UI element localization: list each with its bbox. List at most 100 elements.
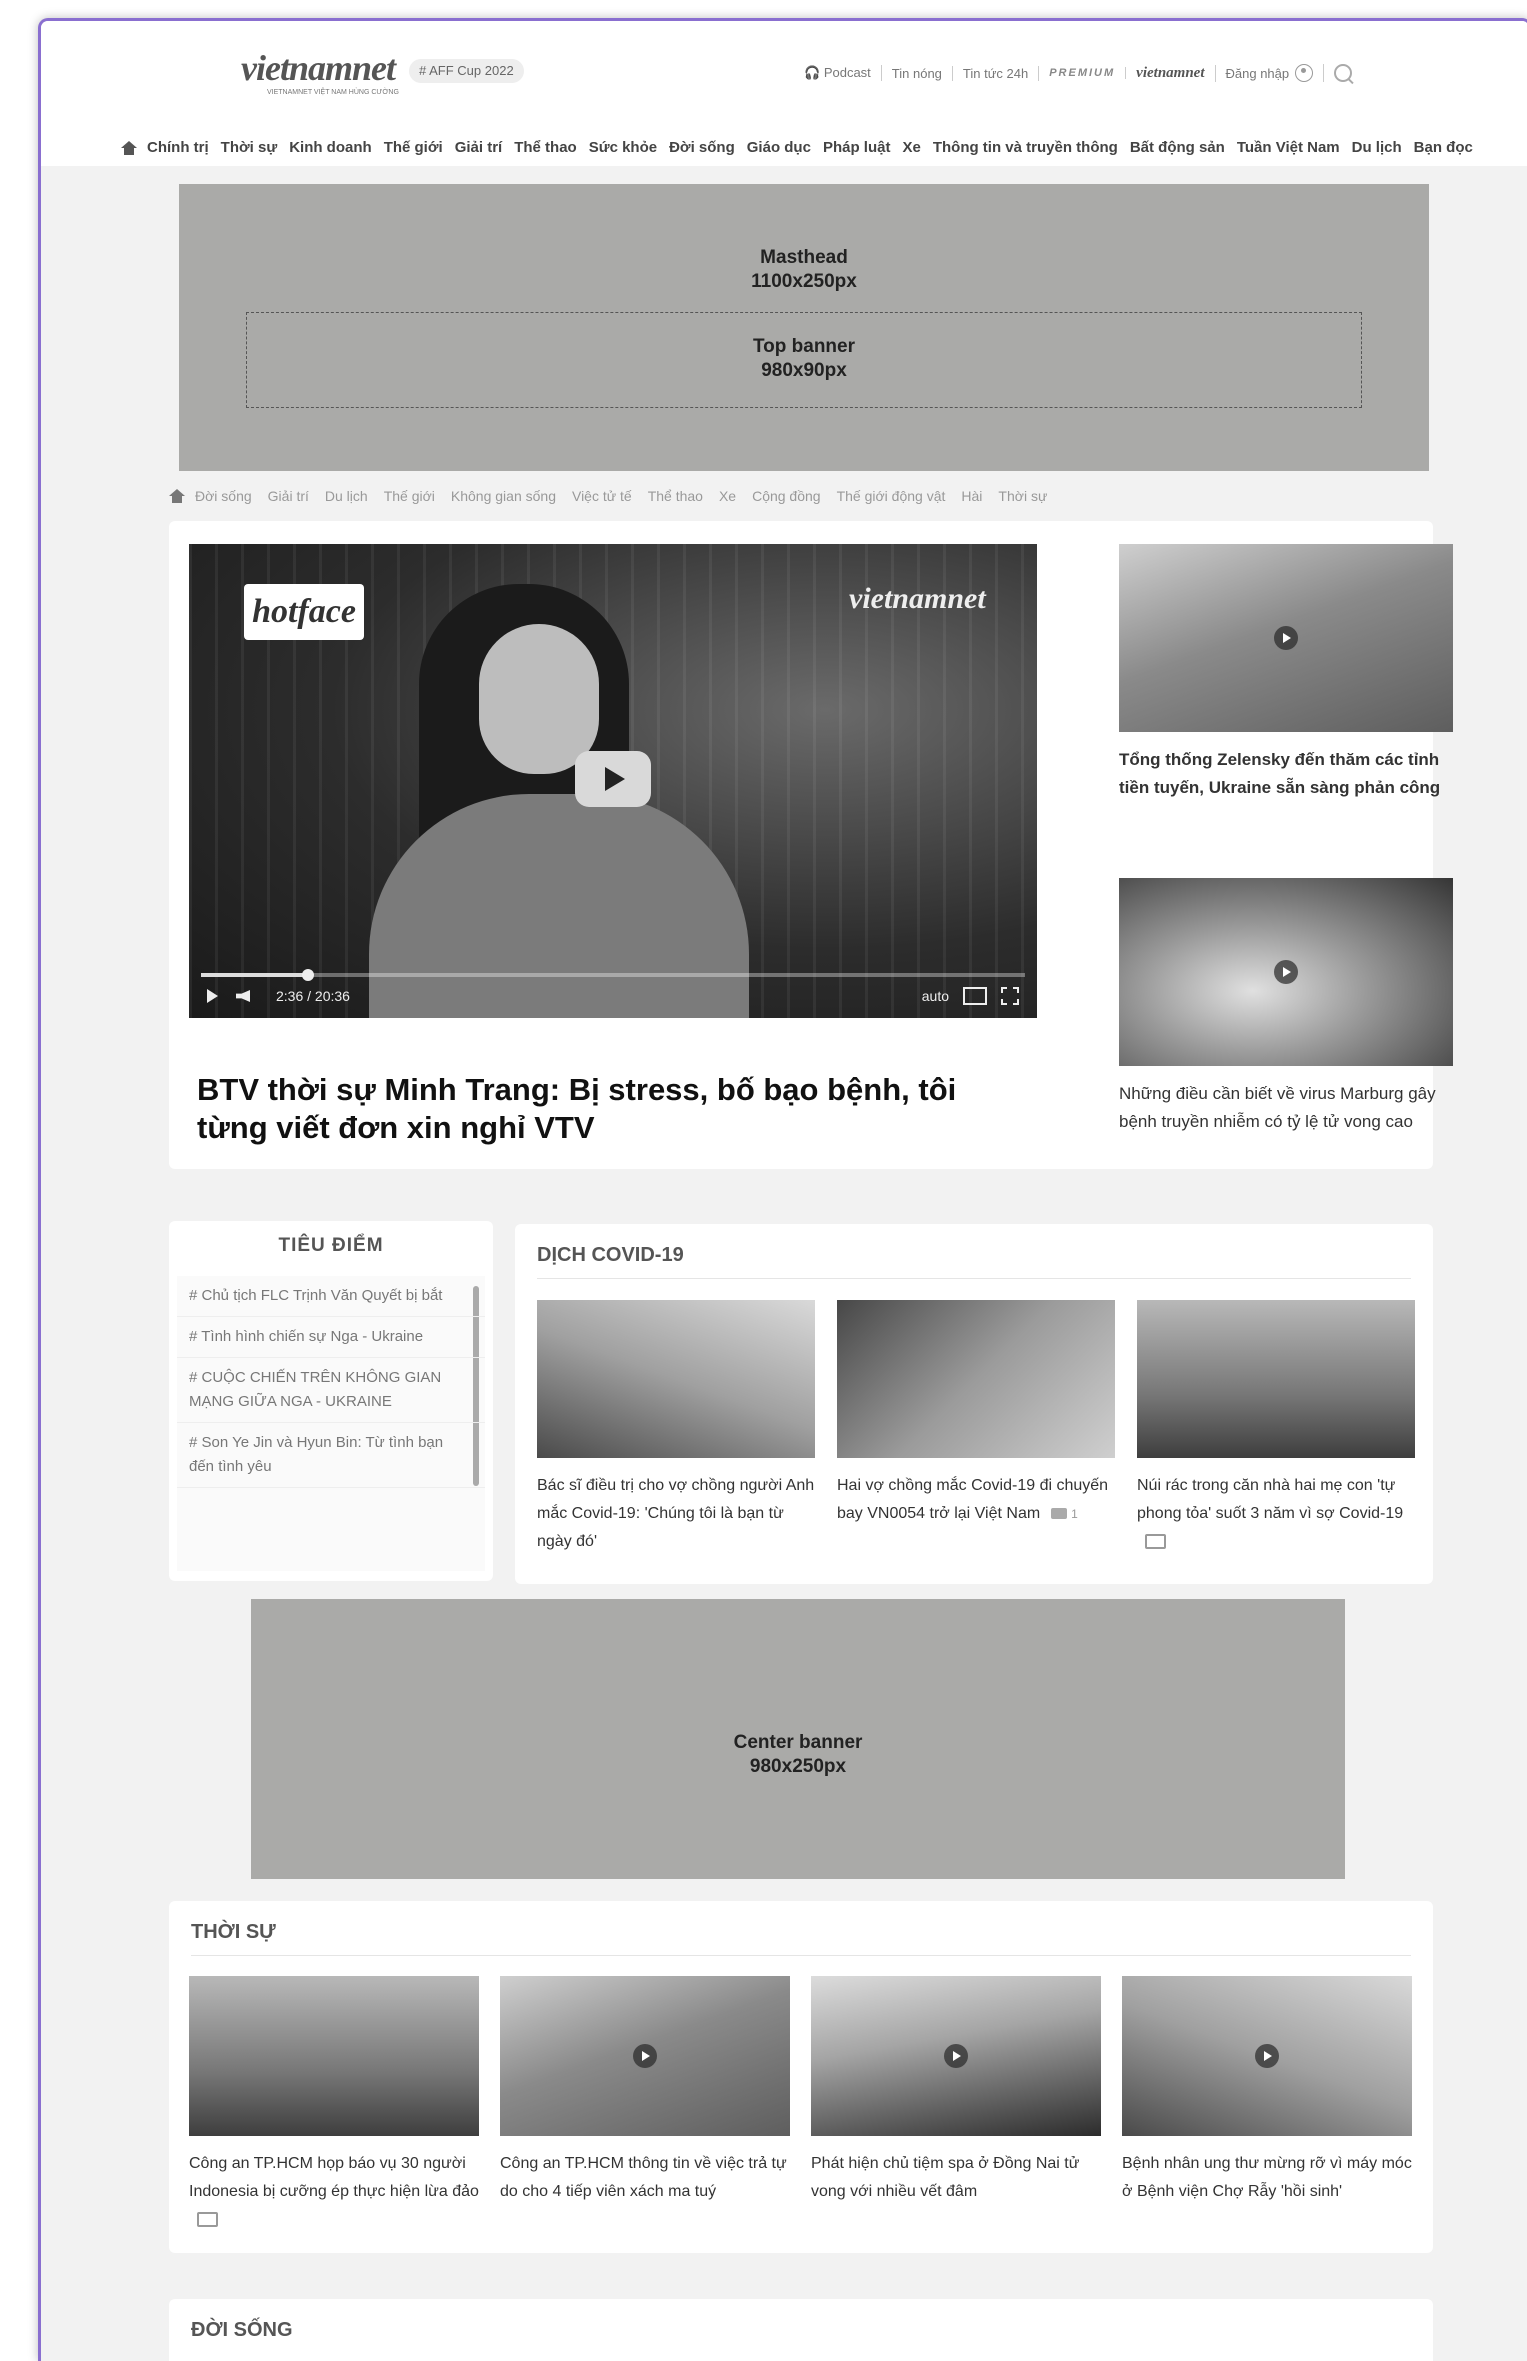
nav-item[interactable]: Sức khỏe <box>589 139 657 156</box>
hot-news-link[interactable]: Tin nóng <box>882 65 953 81</box>
play-icon[interactable] <box>207 989 218 1003</box>
focus-list: # Chủ tịch FLC Trịnh Văn Quyết bị bắt # … <box>177 1276 485 1571</box>
article-title[interactable]: Công an TP.HCM họp báo vụ 30 người Indon… <box>189 2150 479 2234</box>
nav-item[interactable]: Thế giới <box>384 139 443 156</box>
volume-icon[interactable] <box>236 990 250 1002</box>
article-thumbnail[interactable] <box>500 1976 790 2136</box>
article-title[interactable]: Phát hiện chủ tiệm spa ở Đồng Nai tử von… <box>811 2150 1101 2206</box>
pip-icon[interactable] <box>963 987 987 1005</box>
login-button[interactable]: Đăng nhập <box>1216 64 1325 82</box>
masthead-ad[interactable]: Masthead 1100x250px Top banner 980x90px <box>179 184 1429 471</box>
center-banner-label: Center banner 980x250px <box>251 1731 1345 1779</box>
top-banner-ad[interactable]: Top banner 980x90px <box>246 312 1362 408</box>
nav-item[interactable]: Thời sự <box>221 139 278 156</box>
nav-item[interactable]: Chính trị <box>147 139 209 156</box>
nav-item[interactable]: Thông tin và truyền thông <box>933 139 1118 156</box>
section-title[interactable]: ĐỜI SỐNG <box>191 2319 293 2342</box>
article-thumbnail[interactable] <box>837 1300 1115 1458</box>
side-article[interactable]: Những điều cần biết về virus Marburg gây… <box>1119 878 1453 1136</box>
home-icon[interactable] <box>121 140 137 155</box>
article-thumbnail[interactable] <box>1137 1300 1415 1458</box>
covid-article[interactable]: Núi rác trong căn nhà hai mẹ con 'tự pho… <box>1137 1300 1415 1556</box>
news-article[interactable]: Bệnh nhân ung thư mừng rỡ vì máy móc ở B… <box>1122 1976 1412 2206</box>
subnav-item[interactable]: Hài <box>961 488 982 504</box>
side-article[interactable]: Tổng thống Zelensky đến thăm các tỉnh ti… <box>1119 544 1453 802</box>
focus-item[interactable]: # CUỘC CHIẾN TRÊN KHÔNG GIAN MẠNG GIỮA N… <box>177 1358 485 1423</box>
masthead-title: Masthead <box>760 247 848 268</box>
article-title[interactable]: Bác sĩ điều trị cho vợ chồng người Anh m… <box>537 1472 815 1556</box>
news-article[interactable]: Phát hiện chủ tiệm spa ở Đồng Nai tử von… <box>811 1976 1101 2206</box>
section-title[interactable]: DỊCH COVID-19 <box>537 1244 684 1267</box>
article-title[interactable]: Hai vợ chồng mắc Covid-19 đi chuyến bay … <box>837 1472 1115 1528</box>
center-banner-ad[interactable]: Center banner 980x250px <box>251 1599 1345 1879</box>
focus-item[interactable]: # Tình hình chiến sự Nga - Ukraine <box>177 1317 485 1358</box>
thoisu-section: THỜI SỰ Công an TP.HCM họp báo vụ 30 ngư… <box>169 1901 1433 2253</box>
time-separator: / <box>307 988 312 1004</box>
news-article[interactable]: Công an TP.HCM thông tin về việc trả tự … <box>500 1976 790 2206</box>
subnav-item[interactable]: Thời sự <box>998 488 1047 504</box>
nav-item[interactable]: Du lịch <box>1352 139 1402 156</box>
subnav-item[interactable]: Thể thao <box>648 488 703 504</box>
vnn-tv-link[interactable]: vietnamnet <box>1126 64 1216 82</box>
doisong-section: ĐỜI SỐNG <box>169 2299 1433 2361</box>
focus-item[interactable]: # Son Ye Jin và Hyun Bin: Từ tình bạn đế… <box>177 1423 485 1488</box>
article-title[interactable]: Công an TP.HCM thông tin về việc trả tự … <box>500 2150 790 2206</box>
nav-item[interactable]: Đời sống <box>669 139 735 156</box>
nav-item[interactable]: Xe <box>902 139 920 156</box>
video-play-icon <box>633 2044 657 2068</box>
hero-headline[interactable]: BTV thời sự Minh Trang: Bị stress, bố bạ… <box>197 1071 997 1147</box>
video-player[interactable]: hotface vietnamnet 2:36 / 20:36 auto <box>189 544 1037 1018</box>
masthead-size: 1100x250px <box>751 271 857 292</box>
nav-item[interactable]: Giải trí <box>455 139 503 156</box>
section-title[interactable]: THỜI SỰ <box>191 1921 276 1944</box>
site-logo[interactable]: vietnamnet VIETNAMNET VIỆT NAM HÙNG CƯỜN… <box>241 47 399 105</box>
subnav-item[interactable]: Cộng đồng <box>752 488 821 504</box>
nav-item[interactable]: Thể thao <box>514 139 577 156</box>
subnav-item[interactable]: Thế giới động vật <box>837 488 946 504</box>
article-title[interactable]: Bệnh nhân ung thư mừng rỡ vì máy móc ở B… <box>1122 2150 1412 2206</box>
subnav-item[interactable]: Không gian sống <box>451 488 556 504</box>
nav-item[interactable]: Pháp luật <box>823 139 891 156</box>
focus-item[interactable]: # Chủ tịch FLC Trịnh Văn Quyết bị bắt <box>177 1276 485 1317</box>
news-24h-link[interactable]: Tin tức 24h <box>953 65 1040 81</box>
nav-item[interactable]: Bạn đọc <box>1414 139 1473 156</box>
subnav-item[interactable]: Thế giới <box>384 488 435 504</box>
nav-item[interactable]: Kinh doanh <box>289 139 372 156</box>
article-thumbnail[interactable] <box>1122 1976 1412 2136</box>
search-icon[interactable] <box>1334 64 1353 82</box>
video-play-button[interactable] <box>575 751 651 807</box>
masthead-label: Masthead 1100x250px <box>179 246 1429 294</box>
subnav-item[interactable]: Đời sống <box>195 488 252 504</box>
subnav-item[interactable]: Việc tử tế <box>572 488 632 504</box>
trending-tag[interactable]: # AFF Cup 2022 <box>409 59 524 83</box>
video-progress-bar[interactable] <box>201 969 1025 981</box>
logo-text: vietnamnet <box>241 48 396 88</box>
quality-selector[interactable]: auto <box>922 988 949 1004</box>
fullscreen-icon[interactable] <box>1001 987 1019 1005</box>
covid-article[interactable]: Hai vợ chồng mắc Covid-19 đi chuyến bay … <box>837 1300 1115 1528</box>
subnav-item[interactable]: Du lịch <box>325 488 368 504</box>
covid-article[interactable]: Bác sĩ điều trị cho vợ chồng người Anh m… <box>537 1300 815 1556</box>
home-icon[interactable] <box>169 489 185 503</box>
article-thumbnail[interactable] <box>1119 544 1453 732</box>
subnav-item[interactable]: Giải trí <box>268 488 309 504</box>
nav-item[interactable]: Bất động sản <box>1130 139 1225 156</box>
nav-item[interactable]: Tuần Việt Nam <box>1237 139 1340 156</box>
article-title[interactable]: Những điều cần biết về virus Marburg gây… <box>1119 1080 1453 1136</box>
article-title[interactable]: Núi rác trong căn nhà hai mẹ con 'tự pho… <box>1137 1472 1415 1556</box>
premium-link[interactable]: PREMIUM <box>1039 67 1127 79</box>
video-progress-fill <box>201 973 309 977</box>
article-thumbnail[interactable] <box>537 1300 815 1458</box>
nav-item[interactable]: Giáo dục <box>747 139 811 156</box>
video-progress-knob[interactable] <box>302 969 315 981</box>
article-title[interactable]: Tổng thống Zelensky đến thăm các tỉnh ti… <box>1119 746 1453 802</box>
article-thumbnail[interactable] <box>1119 878 1453 1066</box>
subnav-item[interactable]: Xe <box>719 488 736 504</box>
section-divider <box>537 1278 1411 1279</box>
article-thumbnail[interactable] <box>189 1976 479 2136</box>
login-label: Đăng nhập <box>1225 65 1290 81</box>
podcast-link[interactable]: 🎧 Podcast <box>794 65 882 81</box>
article-thumbnail[interactable] <box>811 1976 1101 2136</box>
news-article[interactable]: Công an TP.HCM họp báo vụ 30 người Indon… <box>189 1976 479 2234</box>
article-title-text: Hai vợ chồng mắc Covid-19 đi chuyến bay … <box>837 1477 1109 1522</box>
